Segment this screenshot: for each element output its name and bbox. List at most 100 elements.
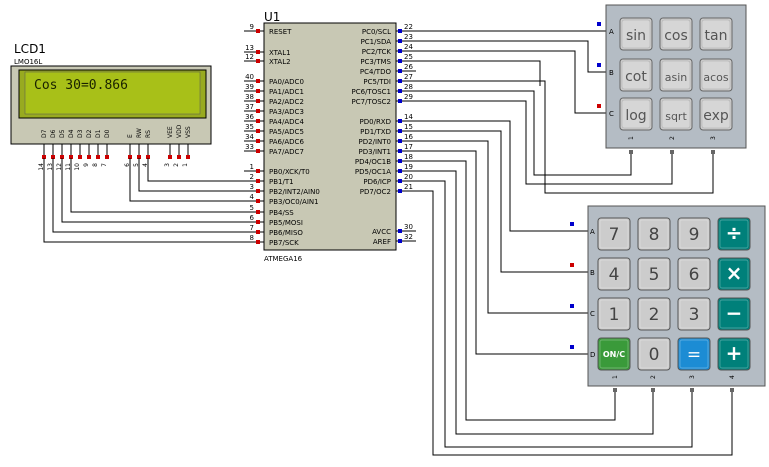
keypad-sci-row-b: B (609, 69, 614, 77)
key-on-c[interactable]: ON/C (597, 337, 631, 371)
key-2[interactable]: 2 (637, 297, 671, 331)
pin-number: 13 (245, 44, 254, 52)
pin-number: 5 (250, 204, 254, 212)
pin-number: 17 (404, 143, 413, 151)
key-label: 1 (609, 305, 620, 325)
pin-number: 20 (404, 173, 413, 181)
pin-marker (398, 239, 402, 243)
keypad-calculator[interactable]: A B C D 7 8 9 ÷ 4 5 6 × 1 2 3 − ON/C 0 = + 1 2 3 4 (570, 205, 766, 392)
pin-marker (670, 150, 674, 154)
pin-marker (256, 230, 260, 234)
lcd-pin-name: D1 (95, 129, 102, 138)
pin-number: 1 (250, 163, 254, 171)
lcd-pin-num: 9 (83, 163, 90, 167)
key-6[interactable]: 6 (677, 257, 711, 291)
lcd-pin-name: RS (145, 130, 152, 138)
pin-marker (256, 169, 260, 173)
key-log[interactable]: log (619, 97, 653, 131)
pin-number: 18 (404, 153, 413, 161)
pin-number: 27 (404, 73, 413, 81)
pin-number: 30 (404, 223, 413, 231)
pin-label: PD2/INT0 (359, 138, 391, 146)
pin-marker (398, 59, 402, 63)
pin-marker (256, 89, 260, 93)
key-label: 7 (609, 225, 620, 245)
pin-label: PD1/TXD (360, 128, 391, 136)
pin-label: PD6/ICP (363, 178, 391, 186)
pin-number: 6 (250, 214, 255, 222)
key-9[interactable]: 9 (677, 217, 711, 251)
key-label: acos (703, 71, 729, 84)
key-label: asin (665, 71, 688, 84)
lcd-pin-name: D0 (104, 129, 111, 138)
keypad-calc-row-b: B (590, 269, 595, 277)
schematic-svg: LCD1 LMO16L Cos 30=0.866 D714D613D512D41… (10, 4, 766, 456)
pin-label: PA1/ADC1 (269, 88, 304, 96)
key-sin[interactable]: sin (619, 17, 653, 51)
lcd-pin-name: VDD (176, 124, 183, 138)
key-label: cos (664, 28, 688, 44)
key-label: 4 (609, 265, 620, 285)
pin-marker (256, 109, 260, 113)
lcd-pin-num: 8 (92, 163, 99, 167)
key-7[interactable]: 7 (597, 217, 631, 251)
lcd-pin-name: D6 (50, 129, 57, 138)
pin-marker (690, 388, 694, 392)
lcd-ref: LCD1 (14, 42, 46, 56)
pin-marker (398, 229, 402, 233)
key-label: 3 (689, 305, 700, 325)
key-4[interactable]: 4 (597, 257, 631, 291)
wire-pd0-row-a (416, 120, 588, 232)
keypad-scientific[interactable]: A B C sin cos tan cot asin acos log sqrt exp 1 2 3 (597, 4, 747, 154)
pin-marker (256, 50, 260, 54)
key-−[interactable]: − (717, 297, 751, 331)
key-cot[interactable]: cot (619, 58, 653, 92)
lcd-pin-num: 2 (173, 163, 180, 167)
pin-marker (570, 222, 574, 226)
pin-label: PA3/ADC3 (269, 108, 304, 116)
pin-marker (256, 220, 260, 224)
key-8[interactable]: 8 (637, 217, 671, 251)
key-asin[interactable]: asin (659, 58, 693, 92)
wire-pd1-row-b (416, 130, 588, 273)
key-label: cot (625, 69, 647, 85)
key-÷[interactable]: ÷ (717, 217, 751, 251)
key-5[interactable]: 5 (637, 257, 671, 291)
pin-marker (597, 63, 601, 67)
key-=[interactable]: = (677, 337, 711, 371)
keypad-calc-row-c: C (590, 310, 595, 318)
pin-label: PD3/INT1 (359, 148, 391, 156)
key-3[interactable]: 3 (677, 297, 711, 331)
key-label: × (726, 261, 743, 285)
key-tan[interactable]: tan (699, 17, 733, 51)
pin-marker (613, 388, 617, 392)
pin-marker (570, 263, 574, 267)
keypad-calc-row-a: A (590, 228, 595, 236)
mcu-atmega16[interactable]: U1 ATMEGA16 9RESET13XTAL112XTAL240PA0/AD… (244, 10, 416, 263)
key-×[interactable]: × (717, 257, 751, 291)
pin-number: 21 (404, 183, 413, 191)
key-0[interactable]: 0 (637, 337, 671, 371)
pin-label: XTAL2 (269, 58, 291, 66)
keypad-sci-row-a: A (609, 28, 614, 36)
pin-number: 19 (404, 163, 413, 171)
key-acos[interactable]: acos (699, 58, 733, 92)
pin-label: PB4/SS (269, 209, 294, 217)
key-label: 9 (689, 225, 700, 245)
pin-label: XTAL1 (269, 49, 291, 57)
lcd-module[interactable]: LCD1 LMO16L Cos 30=0.866 D714D613D512D41… (10, 42, 212, 171)
key-1[interactable]: 1 (597, 297, 631, 331)
pin-marker (78, 155, 82, 159)
pin-label: PA0/ADC0 (269, 78, 304, 86)
key-+[interactable]: + (717, 337, 751, 371)
pin-number: 34 (245, 133, 254, 141)
wire-pc3-stub (416, 60, 541, 86)
key-sqrt[interactable]: sqrt (659, 97, 693, 131)
keypad-sci-keys: sin cos tan cot asin acos log sqrt exp (619, 17, 733, 131)
pin-label: PB3/OC0/AIN1 (269, 198, 319, 206)
mcu-part: ATMEGA16 (264, 255, 303, 263)
key-exp[interactable]: exp (699, 97, 733, 131)
lcd-display-text: Cos 30=0.866 (34, 78, 128, 93)
key-cos[interactable]: cos (659, 17, 693, 51)
pin-marker (256, 189, 260, 193)
